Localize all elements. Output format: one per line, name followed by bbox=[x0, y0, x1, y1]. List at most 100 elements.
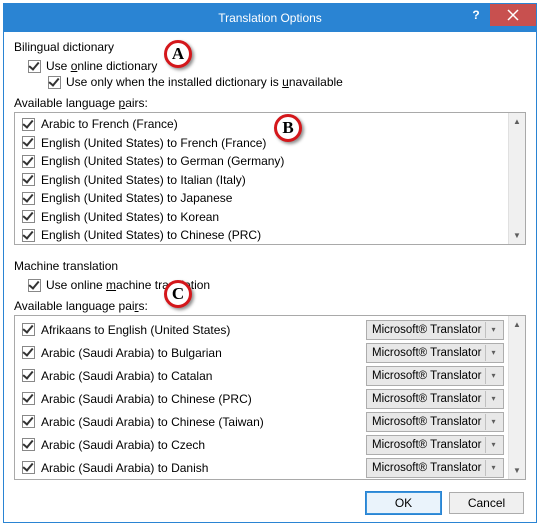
pair-checkbox[interactable] bbox=[22, 461, 35, 474]
provider-label: Microsoft® Translator bbox=[372, 324, 481, 336]
use-only-unavailable-row[interactable]: Use only when the installed dictionary i… bbox=[48, 74, 526, 90]
use-only-unavailable-checkbox[interactable] bbox=[48, 76, 61, 89]
scroll-down-icon[interactable]: ▼ bbox=[509, 462, 525, 479]
provider-label: Microsoft® Translator bbox=[372, 347, 481, 359]
help-button[interactable]: ? bbox=[462, 4, 490, 26]
provider-dropdown[interactable]: Microsoft® Translator ▾ bbox=[366, 412, 504, 432]
mt-pairs-list: Afrikaans to English (United States) Micr… bbox=[14, 315, 526, 480]
scroll-up-icon[interactable]: ▲ bbox=[509, 113, 525, 130]
provider-dropdown[interactable]: Microsoft® Translator ▾ bbox=[366, 366, 504, 386]
scrollbar[interactable]: ▲ ▼ bbox=[508, 316, 525, 479]
pair-checkbox[interactable] bbox=[22, 155, 35, 168]
pair-label: English (United States) to French (Franc… bbox=[41, 136, 266, 150]
list-item[interactable]: Arabic to French (France) bbox=[18, 115, 508, 134]
pair-label: English (United States) to Chinese (PRC) bbox=[41, 228, 261, 242]
bilingual-pairs-list: Arabic to French (France) English (United… bbox=[14, 112, 526, 245]
provider-dropdown[interactable]: Microsoft® Translator ▾ bbox=[366, 435, 504, 455]
scroll-up-icon[interactable]: ▲ bbox=[509, 316, 525, 333]
list-item[interactable]: English (United States) to Japanese bbox=[18, 189, 508, 208]
mt-section-label: Machine translation bbox=[14, 259, 526, 273]
use-online-dictionary-row[interactable]: Use online dictionary bbox=[28, 58, 526, 74]
list-item[interactable]: Arabic (Saudi Arabia) to Danish Microsoft… bbox=[18, 456, 508, 479]
pair-label: Afrikaans to English (United States) bbox=[41, 323, 360, 337]
list-item[interactable]: Arabic (Saudi Arabia) to Chinese (PRC) Mi… bbox=[18, 387, 508, 410]
pair-checkbox[interactable] bbox=[22, 346, 35, 359]
mt-list-content: Afrikaans to English (United States) Micr… bbox=[15, 316, 508, 479]
ok-button[interactable]: OK bbox=[366, 492, 441, 514]
provider-label: Microsoft® Translator bbox=[372, 370, 481, 382]
chevron-down-icon: ▾ bbox=[485, 322, 501, 338]
cancel-button[interactable]: Cancel bbox=[449, 492, 524, 514]
provider-dropdown[interactable]: Microsoft® Translator ▾ bbox=[366, 320, 504, 340]
list-item[interactable]: Arabic (Saudi Arabia) to Czech Microsoft®… bbox=[18, 433, 508, 456]
chevron-down-icon: ▾ bbox=[485, 345, 501, 361]
provider-label: Microsoft® Translator bbox=[372, 439, 481, 451]
use-only-unavailable-label: Use only when the installed dictionary i… bbox=[66, 75, 343, 89]
list-item[interactable]: Afrikaans to English (United States) Micr… bbox=[18, 318, 508, 341]
pair-checkbox[interactable] bbox=[22, 210, 35, 223]
pair-checkbox[interactable] bbox=[22, 415, 35, 428]
list-item[interactable]: English (United States) to Chinese (PRC) bbox=[18, 226, 508, 244]
pair-label: English (United States) to Japanese bbox=[41, 191, 232, 205]
dialog-window: Translation Options ? A B C Bilingual di… bbox=[3, 3, 537, 523]
annotation-badge-a: A bbox=[164, 40, 192, 68]
chevron-down-icon: ▾ bbox=[485, 368, 501, 384]
window-title: Translation Options bbox=[218, 11, 322, 25]
pair-checkbox[interactable] bbox=[22, 136, 35, 149]
list-item[interactable]: English (United States) to French (Franc… bbox=[18, 134, 508, 153]
titlebar-buttons: ? bbox=[462, 4, 536, 32]
use-online-dictionary-checkbox[interactable] bbox=[28, 60, 41, 73]
pair-label: English (United States) to Korean bbox=[41, 210, 219, 224]
close-icon bbox=[507, 9, 519, 21]
pair-label: English (United States) to German (Germa… bbox=[41, 154, 284, 168]
scroll-down-icon[interactable]: ▼ bbox=[509, 227, 525, 244]
dialog-content: Bilingual dictionary Use online dictiona… bbox=[4, 32, 536, 486]
list-item[interactable]: English (United States) to Korean bbox=[18, 208, 508, 227]
annotation-badge-b: B bbox=[274, 114, 302, 142]
provider-label: Microsoft® Translator bbox=[372, 416, 481, 428]
pair-label: Arabic (Saudi Arabia) to Chinese (Taiwan… bbox=[41, 415, 360, 429]
scroll-track[interactable] bbox=[509, 130, 525, 227]
pair-label: Arabic to French (France) bbox=[41, 117, 178, 131]
chevron-down-icon: ▾ bbox=[485, 460, 501, 476]
use-online-mt-checkbox[interactable] bbox=[28, 279, 41, 292]
scroll-track[interactable] bbox=[509, 333, 525, 462]
list-item[interactable]: Arabic (Saudi Arabia) to Bulgarian Micros… bbox=[18, 341, 508, 364]
pair-checkbox[interactable] bbox=[22, 118, 35, 131]
chevron-down-icon: ▾ bbox=[485, 414, 501, 430]
annotation-badge-c: C bbox=[164, 280, 192, 308]
list-item[interactable]: Arabic (Saudi Arabia) to Catalan Microsof… bbox=[18, 364, 508, 387]
provider-label: Microsoft® Translator bbox=[372, 462, 481, 474]
mt-pairs-label: Available language pairs: bbox=[14, 299, 526, 313]
pair-checkbox[interactable] bbox=[22, 323, 35, 336]
pair-checkbox[interactable] bbox=[22, 392, 35, 405]
list-item[interactable]: Arabic (Saudi Arabia) to Chinese (Taiwan… bbox=[18, 410, 508, 433]
provider-label: Microsoft® Translator bbox=[372, 393, 481, 405]
use-online-mt-row[interactable]: Use online machine translation bbox=[28, 277, 526, 293]
pair-label: Arabic (Saudi Arabia) to Danish bbox=[41, 461, 360, 475]
dialog-buttons: OK Cancel bbox=[366, 492, 524, 514]
close-button[interactable] bbox=[490, 4, 536, 26]
bilingual-pairs-label: Available language pairs: bbox=[14, 96, 526, 110]
pair-label: Arabic (Saudi Arabia) to Catalan bbox=[41, 369, 360, 383]
use-online-dictionary-label: Use online dictionary bbox=[46, 59, 157, 73]
provider-dropdown[interactable]: Microsoft® Translator ▾ bbox=[366, 458, 504, 478]
pair-label: Arabic (Saudi Arabia) to Chinese (PRC) bbox=[41, 392, 360, 406]
pair-checkbox[interactable] bbox=[22, 173, 35, 186]
pair-label: Arabic (Saudi Arabia) to Czech bbox=[41, 438, 360, 452]
pair-label: Arabic (Saudi Arabia) to Bulgarian bbox=[41, 346, 360, 360]
pair-checkbox[interactable] bbox=[22, 192, 35, 205]
bilingual-list-content: Arabic to French (France) English (United… bbox=[15, 113, 508, 244]
provider-dropdown[interactable]: Microsoft® Translator ▾ bbox=[366, 343, 504, 363]
provider-dropdown[interactable]: Microsoft® Translator ▾ bbox=[366, 389, 504, 409]
list-item[interactable]: English (United States) to German (Germa… bbox=[18, 152, 508, 171]
titlebar: Translation Options ? bbox=[4, 4, 536, 32]
pair-checkbox[interactable] bbox=[22, 229, 35, 242]
chevron-down-icon: ▾ bbox=[485, 391, 501, 407]
scrollbar[interactable]: ▲ ▼ bbox=[508, 113, 525, 244]
chevron-down-icon: ▾ bbox=[485, 437, 501, 453]
list-item[interactable]: English (United States) to Italian (Ital… bbox=[18, 171, 508, 190]
pair-checkbox[interactable] bbox=[22, 438, 35, 451]
pair-label: English (United States) to Italian (Ital… bbox=[41, 173, 246, 187]
pair-checkbox[interactable] bbox=[22, 369, 35, 382]
